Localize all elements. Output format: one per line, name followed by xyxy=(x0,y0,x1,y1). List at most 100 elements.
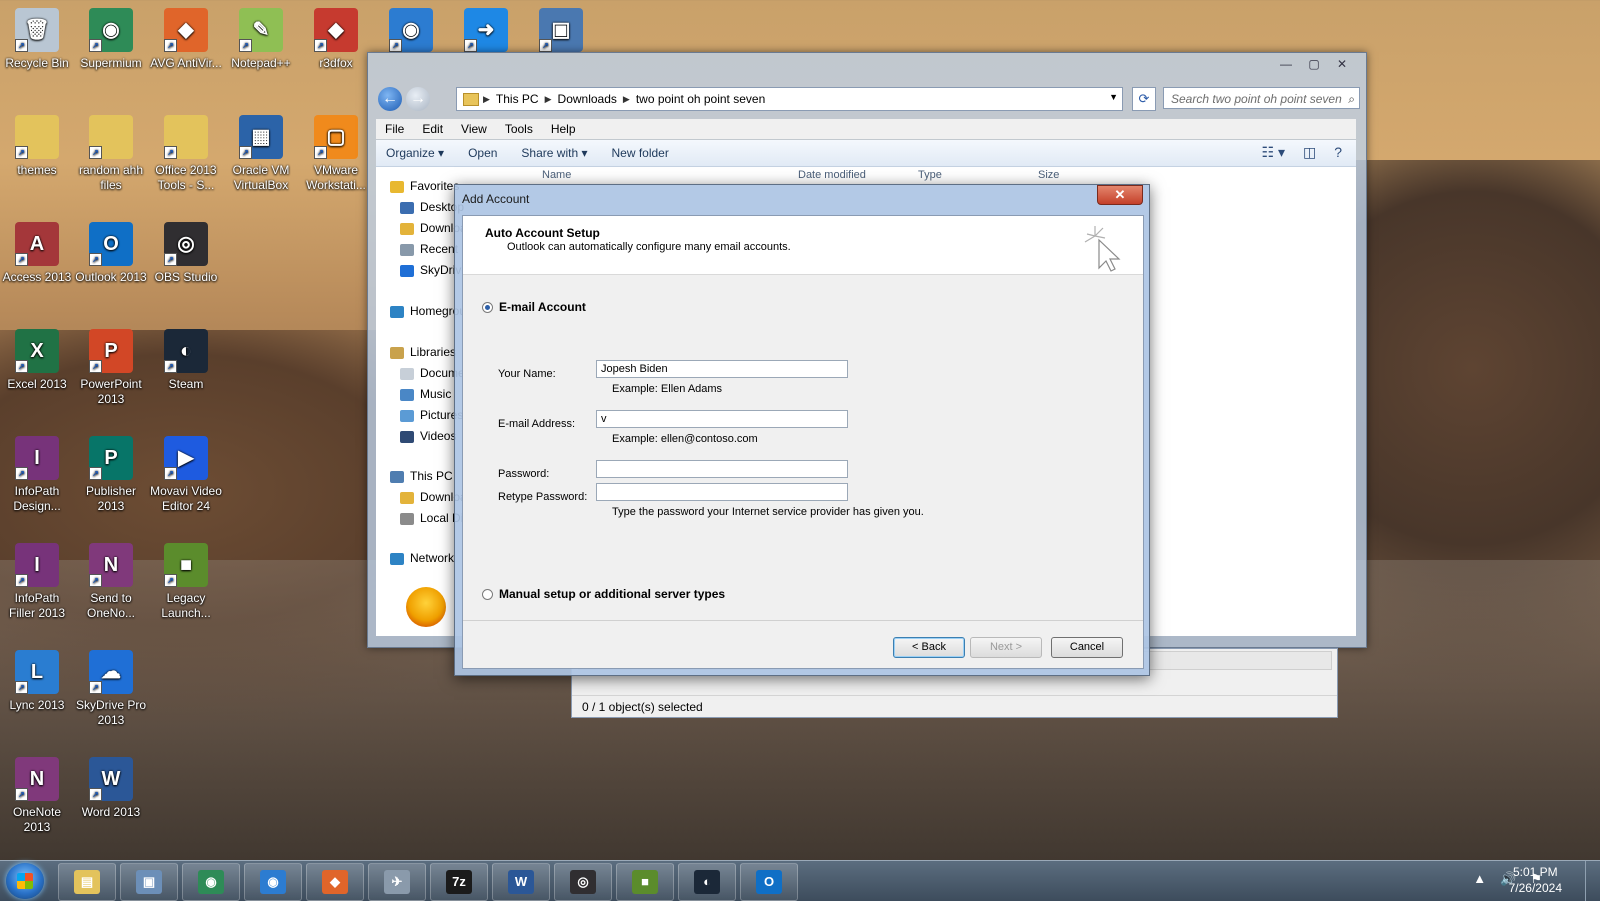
taskbar-button-obs[interactable]: ◎ xyxy=(554,863,612,901)
7zip-icon: 7z xyxy=(446,870,472,894)
cancel-button[interactable]: Cancel xyxy=(1051,637,1123,658)
taskbar-button-7zip[interactable]: 7z xyxy=(430,863,488,901)
desktop-icon[interactable]: ↗ random ahh files xyxy=(74,113,148,193)
desktop-icon[interactable]: ➜ ↗ xyxy=(449,6,523,56)
desktop-icon[interactable]: ◉ ↗ xyxy=(374,6,448,56)
shortcut-arrow-icon: ↗ xyxy=(464,39,477,52)
desktop-icon[interactable]: ◎ ↗ OBS Studio xyxy=(149,220,223,285)
desktop-icon[interactable]: ▶ ↗ Movavi Video Editor 24 xyxy=(149,434,223,514)
maximize-icon[interactable]: ▢ xyxy=(1302,56,1326,72)
minimize-icon[interactable]: — xyxy=(1274,56,1298,72)
preview-pane-icon[interactable]: ◫ xyxy=(1303,144,1316,161)
column-type[interactable]: Type xyxy=(918,169,942,181)
desktop-icon[interactable]: ▣ ↗ xyxy=(524,6,598,56)
taskbar-button-word[interactable]: W xyxy=(492,863,550,901)
tray-overflow-icon[interactable]: ▲ xyxy=(1473,871,1486,887)
desktop-icon[interactable]: ✎ ↗ Notepad++ xyxy=(224,6,298,71)
desktop-icon[interactable]: ▦ ↗ Oracle VM VirtualBox xyxy=(224,113,298,193)
manual-setup-option[interactable]: Manual setup or additional server types xyxy=(482,587,725,601)
share-with-button[interactable]: Share with ▾ xyxy=(521,146,587,160)
password-field[interactable] xyxy=(596,460,848,478)
back-arrow-icon[interactable]: ← xyxy=(378,87,402,111)
nav-item-label: This PC xyxy=(410,469,453,483)
desktop-icon[interactable]: P ↗ PowerPoint 2013 xyxy=(74,327,148,407)
taskbar-button-supermium[interactable]: ◉ xyxy=(182,863,240,901)
desktop-icon[interactable]: I ↗ InfoPath Filler 2013 xyxy=(0,541,74,621)
desktop-icon[interactable]: ↗ themes xyxy=(0,113,74,178)
desktop-icon[interactable]: ↗ Office 2013 Tools - S... xyxy=(149,113,223,193)
nav-item[interactable]: Videos xyxy=(400,429,456,443)
desktop-icon[interactable]: X ↗ Excel 2013 xyxy=(0,327,74,392)
menu-help[interactable]: Help xyxy=(551,122,576,136)
desktop-icon[interactable]: L ↗ Lync 2013 xyxy=(0,648,74,713)
desktop-icon[interactable]: ◉ ↗ Supermium xyxy=(74,6,148,71)
menu-file[interactable]: File xyxy=(385,122,404,136)
view-options-icon[interactable]: ☷ ▾ xyxy=(1262,144,1285,161)
desktop-icon[interactable]: P ↗ Publisher 2013 xyxy=(74,434,148,514)
taskbar-button-explorer[interactable]: ▤ xyxy=(58,863,116,901)
close-icon[interactable]: ✕ xyxy=(1330,56,1354,72)
desktop-icon[interactable]: W ↗ Word 2013 xyxy=(74,755,148,820)
desktop-icon-label: Publisher 2013 xyxy=(85,484,137,513)
refresh-icon[interactable]: ⟳ xyxy=(1132,87,1156,111)
desktop-icon[interactable]: ☁ ↗ SkyDrive Pro 2013 xyxy=(74,648,148,728)
menu-view[interactable]: View xyxy=(461,122,487,136)
taskbar-button-office-tools[interactable]: ◆ xyxy=(306,863,364,901)
search-placeholder: Search two point oh point seven xyxy=(1171,92,1342,106)
desktop-icon[interactable]: ■ ↗ Legacy Launch... xyxy=(149,541,223,621)
column-size[interactable]: Size xyxy=(1038,169,1059,181)
taskbar-button-outlook[interactable]: O xyxy=(740,863,798,901)
taskbar-button-minecraft[interactable]: ■ xyxy=(616,863,674,901)
menu-edit[interactable]: Edit xyxy=(422,122,443,136)
breadcrumb-current-folder[interactable]: two point oh point seven xyxy=(636,92,765,106)
desktop-icon[interactable]: N ↗ OneNote 2013 xyxy=(0,755,74,835)
nav-item[interactable]: Favorites xyxy=(390,179,459,193)
back-button[interactable]: < Back xyxy=(893,637,965,658)
desktop-icon[interactable]: O ↗ Outlook 2013 xyxy=(74,220,148,285)
forward-arrow-icon[interactable]: → xyxy=(406,87,430,111)
desktop-icon[interactable]: ◆ ↗ r3dfox xyxy=(299,6,373,71)
retype-password-field[interactable] xyxy=(596,483,848,501)
show-desktop-button[interactable] xyxy=(1585,861,1600,901)
desktop-icon[interactable]: I ↗ InfoPath Design... xyxy=(0,434,74,514)
file-thumbnail[interactable] xyxy=(406,587,446,627)
taskbar-button-computer[interactable]: ▣ xyxy=(120,863,178,901)
chevron-down-icon[interactable]: ▼ xyxy=(1109,92,1118,102)
clock[interactable]: 5:01 PM 7/26/2024 xyxy=(1509,864,1562,896)
desktop-icon[interactable]: ◐ ↗ Steam xyxy=(149,327,223,392)
help-icon[interactable]: ? xyxy=(1334,144,1342,161)
desktop-icon[interactable]: N ↗ Send to OneNo... xyxy=(74,541,148,621)
nav-item-icon xyxy=(400,367,414,380)
next-button[interactable]: Next > xyxy=(970,637,1042,658)
address-bar[interactable]: ▶ This PC ▶ Downloads ▶ two point oh poi… xyxy=(456,87,1123,111)
manual-setup-radio[interactable] xyxy=(482,588,493,600)
menu-tools[interactable]: Tools xyxy=(505,122,533,136)
desktop-icon[interactable]: 🗑 ↗ Recycle Bin xyxy=(0,6,74,71)
your-name-field[interactable] xyxy=(596,360,848,378)
desktop-icon[interactable]: A ↗ Access 2013 xyxy=(0,220,74,285)
taskbar-button-app[interactable]: ✈ xyxy=(368,863,426,901)
taskbar-button-browser[interactable]: ◉ xyxy=(244,863,302,901)
column-date-modified[interactable]: Date modified xyxy=(798,169,866,181)
nav-item[interactable]: This PC xyxy=(390,469,453,483)
organize-button[interactable]: Organize ▾ xyxy=(386,146,444,160)
email-account-option[interactable]: E-mail Account xyxy=(482,300,586,314)
desktop-icon[interactable]: ◆ ↗ AVG AntiVir... xyxy=(149,6,223,71)
start-button[interactable] xyxy=(6,863,44,899)
windows-logo-icon xyxy=(17,873,33,889)
dialog-close-button[interactable]: ✕ xyxy=(1097,185,1143,205)
breadcrumb-downloads[interactable]: Downloads xyxy=(558,92,617,106)
taskbar-button-steam[interactable]: ◐ xyxy=(678,863,736,901)
nav-item[interactable]: Music xyxy=(400,387,451,401)
desktop-icon[interactable]: ▢ ↗ VMware Workstati... xyxy=(299,113,373,193)
breadcrumb-this-pc[interactable]: This PC xyxy=(496,92,539,106)
open-button[interactable]: Open xyxy=(468,146,497,160)
search-icon[interactable]: ⌕ xyxy=(1348,88,1355,110)
nav-item[interactable]: Libraries xyxy=(390,345,456,359)
new-folder-button[interactable]: New folder xyxy=(611,146,668,160)
email-address-field[interactable] xyxy=(596,410,848,428)
search-input[interactable]: Search two point oh point seven ⌕ xyxy=(1163,87,1360,109)
column-name[interactable]: Name xyxy=(542,169,571,181)
nav-item[interactable]: Network xyxy=(390,551,454,565)
email-account-radio[interactable] xyxy=(482,301,493,313)
